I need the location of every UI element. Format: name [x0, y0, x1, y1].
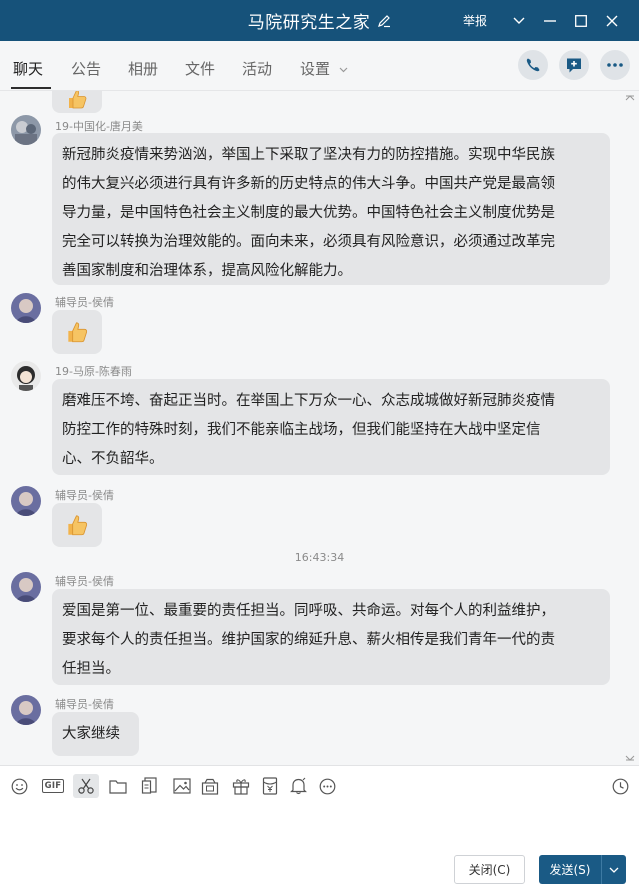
- bell-icon[interactable]: [287, 775, 309, 797]
- gif-icon[interactable]: GIF: [40, 775, 66, 797]
- report-link[interactable]: 举报: [463, 12, 487, 29]
- add-chat-button[interactable]: [559, 50, 589, 80]
- gif-label: GIF: [41, 779, 65, 793]
- sender-name: 辅导员-侯倩: [55, 489, 114, 502]
- message-line: 完全可以转换为治理效能的。面向未来，必须具有风险意识，必须通过改革完: [62, 234, 555, 250]
- gallery-icon[interactable]: [199, 775, 221, 797]
- maximize-icon[interactable]: [565, 0, 596, 41]
- tab-settings[interactable]: 设置: [300, 58, 348, 79]
- active-tab-indicator: [11, 87, 51, 89]
- sender-name: 辅导员-侯倩: [55, 296, 114, 309]
- message-input-area[interactable]: GIF 关闭(C) 发送(S): [0, 765, 639, 895]
- edit-title-icon[interactable]: [377, 14, 391, 28]
- message-bubble: 大家继续: [52, 712, 139, 756]
- message-line: 爱国是第一位、最重要的责任担当。同呼吸、共命运。对每个人的利益维护，: [62, 603, 555, 619]
- red-packet-icon[interactable]: [259, 775, 281, 797]
- message-bubble: 磨难压不垮、奋起正当时。在举国上下万众一心、众志成城做好新冠肺炎疫情 防控工作的…: [52, 379, 610, 475]
- message-line: 心、不负韶华。: [62, 451, 164, 467]
- emoji-message-bubble: [52, 503, 102, 547]
- chat-add-icon: [567, 58, 581, 72]
- send-button[interactable]: 发送(S): [539, 855, 626, 884]
- thumbs-up-icon: [68, 515, 88, 536]
- scissors-icon[interactable]: [73, 774, 99, 798]
- minimize-icon[interactable]: [534, 0, 565, 41]
- send-options-chevron-icon[interactable]: [602, 867, 626, 873]
- avatar[interactable]: [11, 115, 41, 145]
- scroll-up-icon[interactable]: [625, 93, 635, 101]
- avatar[interactable]: [11, 695, 41, 725]
- phone-call-button[interactable]: [518, 50, 548, 80]
- message-line: 任担当。: [62, 661, 120, 677]
- window-title: 马院研究生之家: [247, 13, 371, 33]
- gift-icon[interactable]: [230, 775, 252, 797]
- message-line: 善国家制度和治理体系，提高风险化解能力。: [62, 263, 352, 279]
- emoji-message-bubble: [52, 310, 102, 354]
- message-line: 要求每个人的责任担当。维护国家的绵延升息、薪火相传是我们青年一代的责: [62, 632, 555, 648]
- tab-announcements[interactable]: 公告: [71, 58, 101, 79]
- sender-name: 19-中国化-唐月美: [55, 120, 143, 133]
- send-label: 发送(S): [549, 863, 591, 877]
- sender-name: 19-马原-陈春雨: [55, 365, 132, 378]
- close-button[interactable]: 关闭(C): [454, 855, 525, 884]
- tab-bar: 聊天 公告 相册 文件 活动 设置: [0, 41, 639, 91]
- thumbs-up-icon: [68, 322, 88, 343]
- scroll-down-icon[interactable]: [625, 755, 635, 763]
- more-icon[interactable]: [316, 775, 338, 797]
- avatar[interactable]: [11, 361, 41, 391]
- emoji-icon[interactable]: [8, 775, 30, 797]
- tab-files[interactable]: 文件: [185, 58, 215, 79]
- image-icon[interactable]: [171, 775, 193, 797]
- title-bar: 马院研究生之家 举报: [0, 0, 639, 41]
- message-line: 的伟大复兴必须进行具有许多新的历史特点的伟大斗争。中国共产党是最高领: [62, 176, 555, 192]
- message-line: 新冠肺炎疫情来势汹汹，举国上下采取了坚决有力的防控措施。实现中华民族: [62, 147, 555, 163]
- sender-name: 辅导员-侯倩: [55, 698, 114, 711]
- tab-album[interactable]: 相册: [128, 58, 158, 79]
- avatar[interactable]: [11, 486, 41, 516]
- folder-icon[interactable]: [107, 775, 129, 797]
- avatar[interactable]: [11, 572, 41, 602]
- phone-icon: [526, 58, 540, 72]
- message-list[interactable]: 19-中国化-唐月美 新冠肺炎疫情来势汹汹，举国上下采取了坚决有力的防控措施。实…: [0, 91, 639, 765]
- sender-name: 辅导员-侯倩: [55, 575, 114, 588]
- partial-message-bubble: [52, 91, 102, 113]
- tab-settings-label: 设置: [300, 60, 331, 78]
- screenshot-doc-icon[interactable]: [139, 775, 161, 797]
- history-clock-icon[interactable]: [609, 775, 631, 797]
- message-bubble: 爱国是第一位、最重要的责任担当。同呼吸、共命运。对每个人的利益维护， 要求每个人…: [52, 589, 610, 685]
- message-timestamp: 16:43:34: [294, 551, 345, 564]
- more-dots-icon: [607, 63, 623, 67]
- chevron-down-icon[interactable]: [503, 0, 534, 41]
- message-line: 防控工作的特殊时刻，我们不能亲临主战场，但我们能坚持在大战中坚定信: [62, 422, 541, 438]
- thumbs-up-icon: [69, 91, 87, 109]
- chevron-down-icon: [339, 67, 348, 72]
- tab-activities[interactable]: 活动: [242, 58, 272, 79]
- message-line: 大家继续: [62, 726, 120, 742]
- message-line: 导力量，是中国特色社会主义制度的最大优势。中国特色社会主义制度优势是: [62, 205, 555, 221]
- more-options-button[interactable]: [600, 50, 630, 80]
- avatar[interactable]: [11, 293, 41, 323]
- message-bubble: 新冠肺炎疫情来势汹汹，举国上下采取了坚决有力的防控措施。实现中华民族 的伟大复兴…: [52, 133, 610, 285]
- tab-chat[interactable]: 聊天: [13, 58, 43, 79]
- close-icon[interactable]: [596, 0, 627, 41]
- message-line: 磨难压不垮、奋起正当时。在举国上下万众一心、众志成城做好新冠肺炎疫情: [62, 393, 555, 409]
